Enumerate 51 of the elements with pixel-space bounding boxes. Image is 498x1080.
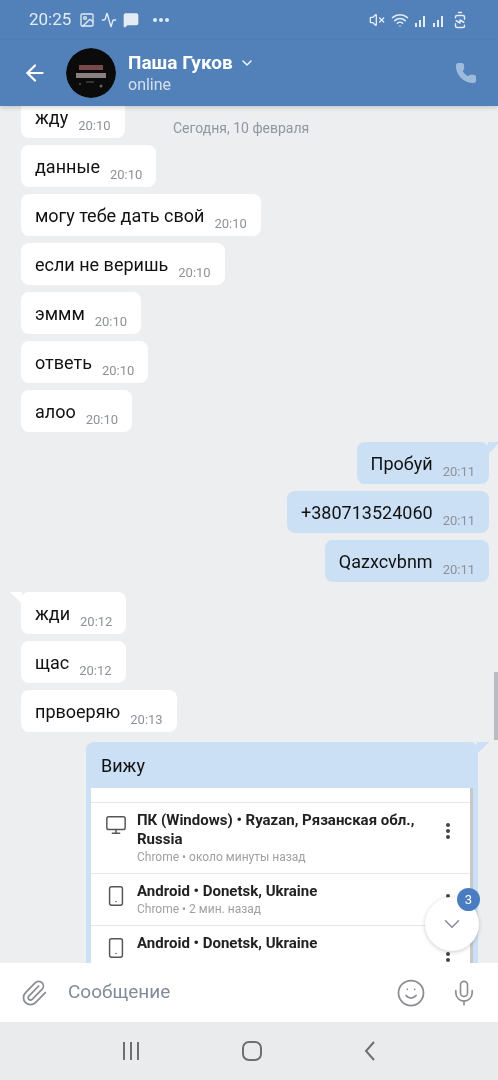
date-label: Сегодня, 10 февраля (173, 119, 310, 138)
message-input[interactable]: Сообщение (68, 978, 396, 1007)
message-text: щас (35, 651, 70, 675)
message-time: 20:10 (214, 216, 247, 232)
message-text: ответь (35, 351, 92, 375)
message-composer[interactable]: Сообщение (0, 963, 498, 1022)
waveform-icon (101, 12, 118, 28)
session-subtitle: Chrome • 2 мин. назад (137, 901, 263, 917)
image-icon (79, 12, 96, 28)
session-title: ПК (Windows) • Ryazan, Рязанская обл., Russia (137, 811, 416, 849)
monitor-icon (105, 813, 127, 837)
message-time: 20:11 (442, 513, 475, 529)
message-time: 20:11 (442, 562, 475, 578)
back-icon[interactable] (363, 1041, 378, 1061)
contact-status: online (128, 75, 173, 95)
message-text: првоеряю (35, 700, 121, 724)
status-time: 20:25 (29, 8, 72, 32)
message-time: 20:12 (80, 614, 113, 630)
message-time: 20:10 (85, 412, 119, 428)
session-title: Android • Donetsk, Ukraine (137, 934, 319, 953)
recent-apps-icon[interactable] (120, 1042, 141, 1060)
paperclip-icon[interactable] (20, 978, 48, 1007)
message-time: 20:10 (178, 265, 211, 281)
message-time: 20:13 (130, 712, 163, 728)
message-text: жди (35, 602, 71, 626)
session-subtitle: Chrome • около минуты назад (137, 849, 307, 865)
message-text: Пробуй (370, 452, 433, 476)
wifi-icon (391, 11, 409, 29)
message-time: 20:11 (442, 464, 475, 480)
message-time: 20:10 (109, 167, 143, 183)
scroll-indicator (494, 672, 498, 740)
emoji-icon[interactable] (396, 977, 426, 1008)
message-text: алоо (35, 400, 76, 424)
message-text: Qazxcvbnm (338, 550, 433, 574)
message-text: жду (35, 106, 69, 130)
message-time: 20:10 (78, 118, 111, 134)
message-text: данные (35, 155, 100, 179)
message-time: 20:10 (101, 363, 135, 379)
message-text: если не веришь (35, 253, 169, 277)
message-text: Вижу (100, 754, 146, 778)
chat-icon (123, 12, 140, 28)
message-text: могу тебе дать свой (35, 204, 205, 228)
message-text: +380713524060 (301, 501, 433, 525)
phone-icon (455, 62, 477, 84)
mute-icon (369, 12, 385, 28)
message-time: 20:10 (94, 314, 128, 330)
home-icon[interactable] (242, 1041, 262, 1061)
message-text: эммм (35, 302, 85, 326)
contact-name[interactable]: Паша Гуков (128, 51, 233, 75)
message-time: 20:12 (79, 663, 112, 679)
session-title: Android • Donetsk, Ukraine (137, 882, 319, 901)
